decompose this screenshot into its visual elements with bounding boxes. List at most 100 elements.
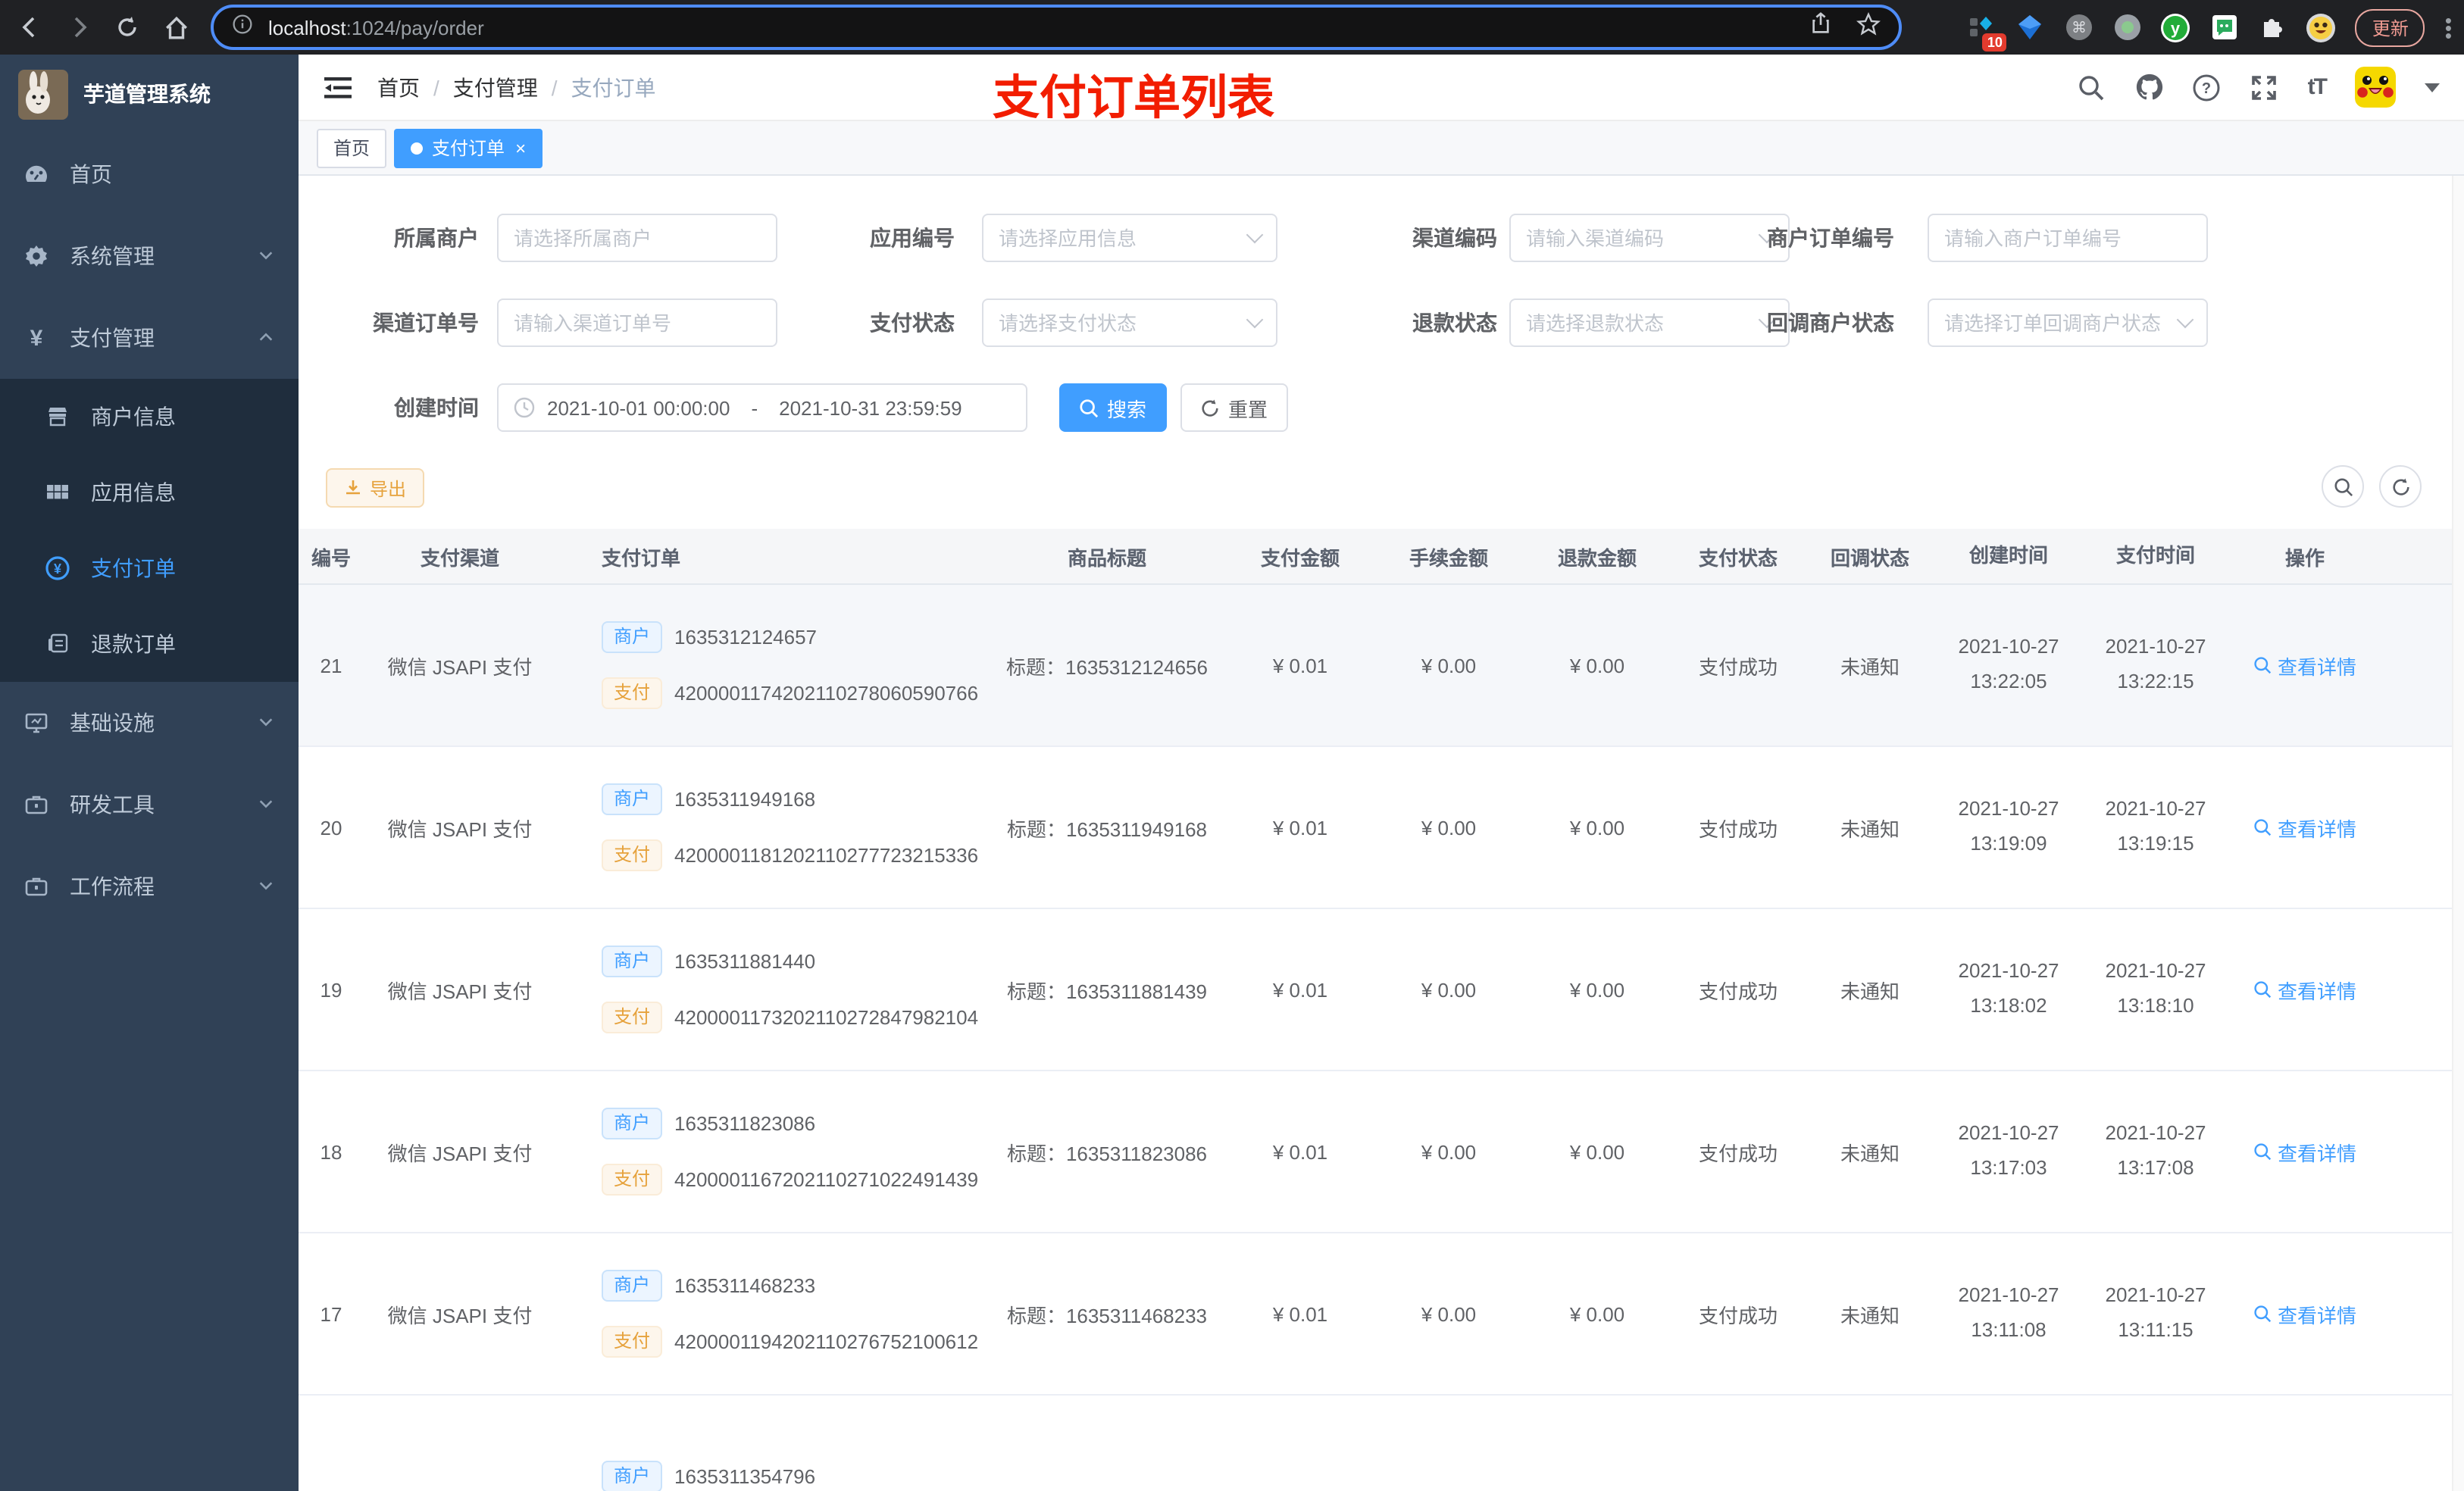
cell-status: 支付成功 bbox=[1698, 980, 1778, 1002]
sidebar-item-home[interactable]: 首页 bbox=[0, 133, 299, 215]
cell-created: 2021-10-27 13:17:03 bbox=[1958, 1121, 2059, 1180]
extension-diamond-icon[interactable]: 10 bbox=[1968, 13, 2007, 51]
cell-status: 支付成功 bbox=[1698, 817, 1778, 840]
browser-reload-icon[interactable] bbox=[112, 12, 142, 42]
extension-chat-icon[interactable] bbox=[2210, 13, 2239, 42]
view-detail-link[interactable]: 查看详情 bbox=[2253, 651, 2356, 680]
help-icon[interactable]: ? bbox=[2193, 73, 2222, 102]
cell-paid: 2021-10-27 13:11:15 bbox=[2105, 1283, 2206, 1342]
reset-button[interactable]: 重置 bbox=[1180, 383, 1288, 432]
cell-status: 支付成功 bbox=[1698, 1142, 1778, 1164]
tab-pay-order[interactable]: 支付订单 × bbox=[394, 128, 543, 167]
search-button[interactable]: 搜索 bbox=[1059, 383, 1167, 432]
document-icon bbox=[45, 632, 70, 656]
date-end[interactable]: 2021-10-31 23:59:59 bbox=[779, 396, 962, 419]
sidebar-collapse-icon[interactable] bbox=[323, 72, 353, 102]
view-detail-link[interactable]: 查看详情 bbox=[2253, 1299, 2356, 1328]
cell-paid: 2021-10-27 13:18:10 bbox=[2105, 959, 2206, 1017]
channel-order-no-input[interactable] bbox=[514, 311, 761, 334]
view-detail-link[interactable]: 查看详情 bbox=[2253, 1137, 2356, 1166]
date-range-picker[interactable]: 2021-10-01 00:00:00 - 2021-10-31 23:59:5… bbox=[497, 383, 1027, 432]
cell-created: 2021-10-27 13:22:05 bbox=[1958, 635, 2059, 693]
export-button[interactable]: 导出 bbox=[326, 468, 425, 508]
merchant-tag: 商户 bbox=[602, 1108, 663, 1139]
address-bar[interactable]: localhost:1024/pay/order bbox=[211, 5, 1902, 50]
sidebar-item-system[interactable]: 系统管理 bbox=[0, 215, 299, 297]
notify-status-select[interactable] bbox=[1928, 299, 2208, 347]
app-title: 芋道管理系统 bbox=[83, 82, 211, 106]
app-select[interactable] bbox=[982, 214, 1277, 262]
table-row: 17 微信 JSAPI 支付 商户 1635311468233 支付 4200001… bbox=[299, 1233, 2464, 1396]
user-avatar[interactable] bbox=[2355, 67, 2396, 108]
pay-status-select[interactable] bbox=[982, 299, 1277, 347]
sidebar-item-payment[interactable]: ¥ 支付管理 bbox=[0, 297, 299, 379]
browser-menu-icon[interactable]: • • • bbox=[2445, 10, 2452, 45]
extension-y-icon[interactable]: y bbox=[2161, 13, 2190, 42]
browser-forward-icon[interactable] bbox=[64, 12, 94, 42]
browser-home-icon[interactable] bbox=[161, 12, 191, 42]
view-detail-link[interactable]: 查看详情 bbox=[2253, 975, 2356, 1004]
font-size-icon[interactable]: tT bbox=[2308, 74, 2328, 100]
cell-actions: 查看详情 bbox=[2229, 975, 2381, 1004]
breadcrumb-home[interactable]: 首页 bbox=[377, 72, 420, 102]
cell-notify: 未通知 bbox=[1840, 980, 1900, 1002]
sidebar-item-label: 支付订单 bbox=[91, 556, 176, 580]
view-detail-link[interactable]: 查看详情 bbox=[2253, 813, 2356, 842]
cell-fee: ¥ 0.00 bbox=[1421, 1140, 1477, 1163]
merchant-select[interactable] bbox=[497, 214, 777, 262]
breadcrumb-payment[interactable]: 支付管理 bbox=[453, 72, 538, 102]
cell-id: 19 bbox=[320, 978, 342, 1001]
merchant-select-input[interactable] bbox=[514, 227, 761, 249]
fullscreen-icon[interactable] bbox=[2250, 73, 2279, 102]
cell-id: 18 bbox=[320, 1140, 342, 1163]
cell-actions: 查看详情 bbox=[2229, 651, 2381, 680]
search-icon[interactable] bbox=[2078, 73, 2106, 102]
cell-notify: 未通知 bbox=[1840, 1304, 1900, 1327]
filter-row-2: 渠道订单号 支付状态 退款状态 回调商户状态 bbox=[299, 299, 2464, 347]
app-logo[interactable]: 芋道管理系统 bbox=[0, 55, 299, 133]
svg-text:⌘: ⌘ bbox=[2072, 20, 2087, 36]
refresh-table-icon[interactable] bbox=[2379, 465, 2422, 508]
extension-puzzle-icon[interactable] bbox=[2259, 13, 2287, 42]
date-start[interactable]: 2021-10-01 00:00:00 bbox=[547, 396, 730, 419]
merchant-order-no-input[interactable] bbox=[1944, 227, 2191, 249]
sidebar-item-pay-order[interactable]: ¥ 支付订单 bbox=[0, 530, 299, 606]
cell-refund: ¥ 0.00 bbox=[1569, 1140, 1625, 1163]
browser-back-icon[interactable] bbox=[15, 12, 45, 42]
yen-circle-icon: ¥ bbox=[45, 556, 70, 580]
extension-grey-dot-icon[interactable] bbox=[2113, 13, 2142, 42]
avatar-caret-icon[interactable] bbox=[2425, 83, 2440, 92]
extension-kite-icon[interactable] bbox=[2016, 13, 2045, 42]
app-select-input[interactable] bbox=[999, 227, 1249, 249]
pay-status-input[interactable] bbox=[999, 311, 1249, 334]
sidebar-item-label: 商户信息 bbox=[91, 405, 176, 429]
sidebar-item-app-info[interactable]: 应用信息 bbox=[0, 455, 299, 530]
table-toolbar: 导出 bbox=[299, 465, 2464, 508]
extension-command-icon[interactable]: ⌘ bbox=[2065, 13, 2093, 42]
sidebar-item-workflow[interactable]: 工作流程 bbox=[0, 846, 299, 927]
extension-emoji-icon[interactable] bbox=[2306, 13, 2336, 42]
show-search-toggle-icon[interactable] bbox=[2322, 465, 2364, 508]
pay-tag: 支付 bbox=[602, 1326, 663, 1358]
bookmark-star-icon[interactable] bbox=[1856, 11, 1881, 43]
sidebar-item-refund-order[interactable]: 退款订单 bbox=[0, 606, 299, 682]
sidebar-item-merchant-info[interactable]: 商户信息 bbox=[0, 379, 299, 455]
page-scrollbar[interactable] bbox=[2452, 176, 2464, 1491]
github-icon[interactable] bbox=[2135, 73, 2164, 102]
chevron-down-icon bbox=[258, 792, 274, 817]
cell-created: 2021-10-27 13:11:08 bbox=[1958, 1283, 2059, 1342]
share-icon[interactable] bbox=[1809, 12, 1832, 42]
col-id: 编号 bbox=[311, 546, 351, 569]
topbar: 首页 / 支付管理 / 支付订单 支付订单列表 ? tT bbox=[299, 55, 2464, 124]
table-header: 编号 支付渠道 支付订单 商品标题 支付金额 手续金额 退款金额 支付状态 回调… bbox=[299, 529, 2464, 585]
channel-order-no-input-box[interactable] bbox=[497, 299, 777, 347]
tab-close-icon[interactable]: × bbox=[515, 137, 526, 158]
notify-status-input[interactable] bbox=[1944, 311, 2179, 334]
tab-home[interactable]: 首页 bbox=[317, 128, 387, 167]
site-info-icon[interactable] bbox=[232, 13, 253, 42]
sidebar-item-infrastructure[interactable]: 基础设施 bbox=[0, 682, 299, 764]
sidebar-item-dev-tools[interactable]: 研发工具 bbox=[0, 764, 299, 846]
merchant-order-no-input-box[interactable] bbox=[1928, 214, 2208, 262]
browser-update-button[interactable]: 更新 bbox=[2355, 8, 2425, 46]
cell-notify: 未通知 bbox=[1840, 817, 1900, 840]
